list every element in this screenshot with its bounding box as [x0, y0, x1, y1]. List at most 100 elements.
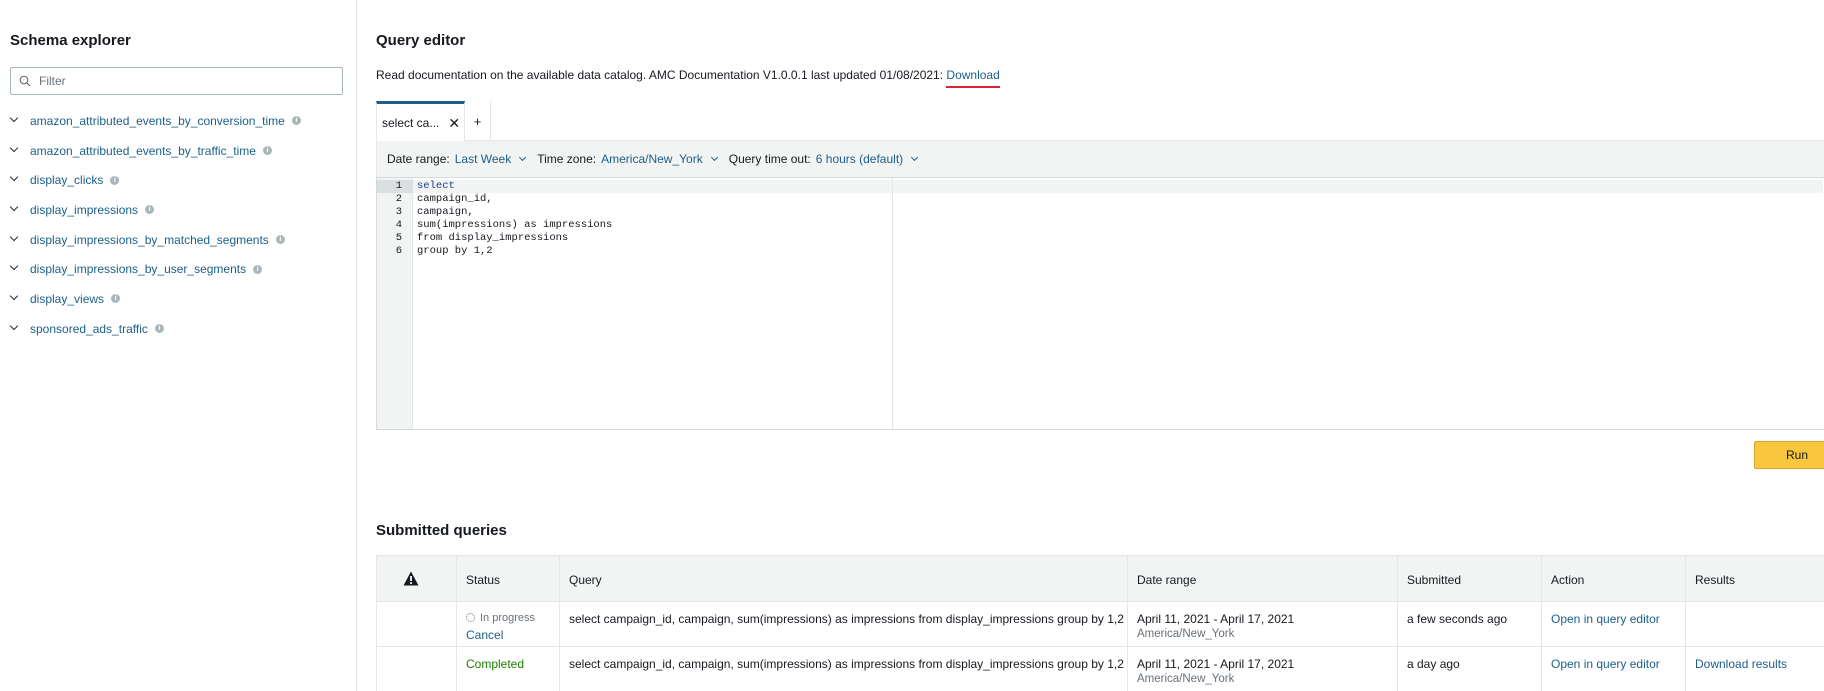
documentation-text: Read documentation on the available data… [376, 68, 947, 82]
info-icon[interactable]: i [275, 235, 285, 245]
schema-item[interactable]: sponsored_ads_traffic i [9, 314, 301, 344]
schema-item-label[interactable]: display_impressions [30, 203, 138, 217]
chevron-down-icon[interactable] [9, 202, 19, 212]
code-line[interactable]: select [417, 180, 455, 192]
schema-item-label[interactable]: sponsored_ads_traffic [30, 322, 148, 336]
code-line[interactable]: from display_impressions [417, 232, 568, 244]
header-status[interactable]: Status [457, 556, 560, 601]
query-options-bar: Date range: Last Week Time zone: America… [376, 141, 1824, 177]
timeout-label: Query time out: [728, 152, 811, 166]
column-header[interactable]: Query [569, 573, 602, 587]
spinner-icon [466, 612, 475, 622]
filter-input[interactable] [37, 73, 327, 89]
date-range-label: Date range: [387, 152, 450, 166]
column-header[interactable]: Submitted [1407, 573, 1461, 587]
chevron-down-icon[interactable] [9, 291, 19, 301]
query-editor-title: Query editor [376, 32, 466, 49]
chevron-down-icon[interactable] [9, 321, 19, 330]
column-header[interactable]: Status [466, 573, 500, 587]
code-line[interactable]: campaign, [417, 206, 474, 218]
query-cell: select campaign_id, campaign, sum(impres… [560, 602, 1128, 646]
time-zone-option: Time zone: America/New_York [537, 152, 718, 166]
info-icon[interactable]: i [110, 175, 120, 185]
table-row: In progress Cancel select campaign_id, c… [377, 602, 1824, 647]
sidebar-title: Schema explorer [10, 32, 131, 49]
line-number: 6 [395, 245, 402, 257]
run-button[interactable]: Run [1754, 441, 1824, 469]
cancel-link[interactable]: Cancel [466, 628, 503, 642]
submitted-cell: a few seconds ago [1398, 602, 1542, 646]
header-query[interactable]: Query [560, 556, 1128, 601]
filter-field[interactable] [10, 67, 343, 95]
column-header[interactable]: Date range [1137, 573, 1196, 587]
chevron-down-icon[interactable] [9, 113, 19, 123]
info-icon[interactable]: i [145, 205, 155, 215]
header-action[interactable]: Action [1542, 556, 1686, 601]
chevron-down-icon[interactable] [911, 153, 919, 161]
query-text: select campaign_id, campaign, sum(impres… [569, 612, 1124, 626]
time-zone-text: America/New_York [1137, 673, 1235, 685]
chevron-down-icon[interactable] [9, 143, 19, 152]
timeout-select[interactable]: 6 hours (default) [816, 152, 903, 166]
table-row: Completed select campaign_id, campaign, … [377, 647, 1824, 691]
schema-item-label[interactable]: display_impressions_by_matched_segments [30, 233, 269, 247]
close-icon[interactable]: ✕ [448, 116, 460, 130]
schema-explorer-sidebar: Schema explorer amazon_attributed_events… [0, 0, 357, 691]
schema-item[interactable]: amazon_attributed_events_by_conversion_t… [9, 106, 301, 136]
schema-item-label[interactable]: display_impressions_by_user_segments [30, 262, 246, 276]
code-area[interactable] [413, 178, 893, 429]
column-header[interactable]: Results [1695, 573, 1735, 587]
chevron-down-icon[interactable] [9, 262, 19, 271]
chevron-down-icon[interactable] [9, 232, 19, 241]
schema-item[interactable]: display_impressions_by_matched_segments … [9, 225, 301, 255]
info-icon[interactable]: i [154, 324, 164, 334]
header-submitted[interactable]: Submitted [1398, 556, 1542, 601]
code-line[interactable]: campaign_id, [417, 193, 493, 205]
info-icon[interactable]: i [291, 116, 301, 126]
schema-item[interactable]: display_views i [9, 284, 301, 314]
info-icon[interactable]: i [253, 264, 263, 274]
header-date-range[interactable]: Date range [1128, 556, 1398, 601]
status-in-progress: In progress [466, 612, 535, 624]
date-range-text: April 11, 2021 - April 17, 2021 [1137, 612, 1295, 626]
info-icon[interactable]: i [111, 294, 121, 304]
time-zone-text: America/New_York [1137, 628, 1235, 640]
line-number: 2 [395, 193, 402, 205]
schema-item-label[interactable]: display_views [30, 292, 104, 306]
code-line[interactable]: sum(impressions) as impressions [417, 219, 612, 231]
tab-query[interactable]: select ca... ✕ [376, 101, 465, 141]
download-results-link[interactable]: Download results [1695, 657, 1787, 671]
sql-code-editor[interactable]: 1 2 3 4 5 6 select campaign_id, campaign… [376, 177, 1824, 430]
column-header[interactable]: Action [1551, 573, 1584, 587]
header-results[interactable]: Results [1686, 556, 1824, 601]
submitted-cell: a day ago [1398, 647, 1542, 691]
app-root: Schema explorer amazon_attributed_events… [0, 0, 1824, 691]
schema-item-label[interactable]: display_clicks [30, 173, 103, 187]
results-cell: Download results [1686, 647, 1824, 691]
chevron-down-icon[interactable] [519, 153, 527, 161]
chevron-down-icon[interactable] [710, 153, 718, 161]
schema-item[interactable]: display_clicks i [9, 165, 301, 195]
open-in-query-editor-link[interactable]: Open in query editor [1551, 612, 1660, 626]
tab-label[interactable]: select ca... [382, 116, 439, 130]
time-zone-select[interactable]: America/New_York [601, 152, 703, 166]
line-number: 4 [395, 219, 402, 231]
documentation-download-link[interactable]: Download [946, 68, 999, 82]
info-icon[interactable]: i [262, 146, 272, 156]
date-range-option: Date range: Last Week [387, 152, 527, 166]
schema-item-label[interactable]: amazon_attributed_events_by_traffic_time [30, 144, 256, 158]
action-cell: Open in query editor [1542, 602, 1686, 646]
line-number-gutter: 1 2 3 4 5 6 [377, 178, 413, 429]
code-line[interactable]: group by 1,2 [417, 245, 493, 257]
schema-item-label[interactable]: amazon_attributed_events_by_conversion_t… [30, 114, 285, 128]
add-tab-button[interactable]: + [465, 101, 491, 141]
open-in-query-editor-link[interactable]: Open in query editor [1551, 657, 1660, 671]
schema-item[interactable]: display_impressions_by_user_segments i [9, 254, 301, 284]
date-range-cell: April 11, 2021 - April 17, 2021 America/… [1128, 602, 1398, 646]
date-range-cell: April 11, 2021 - April 17, 2021 America/… [1128, 647, 1398, 691]
date-range-select[interactable]: Last Week [455, 152, 511, 166]
schema-item[interactable]: display_impressions i [9, 195, 301, 225]
schema-item[interactable]: amazon_attributed_events_by_traffic_time… [9, 136, 301, 166]
chevron-down-icon[interactable] [9, 172, 19, 182]
timeout-option: Query time out: 6 hours (default) [728, 152, 919, 166]
